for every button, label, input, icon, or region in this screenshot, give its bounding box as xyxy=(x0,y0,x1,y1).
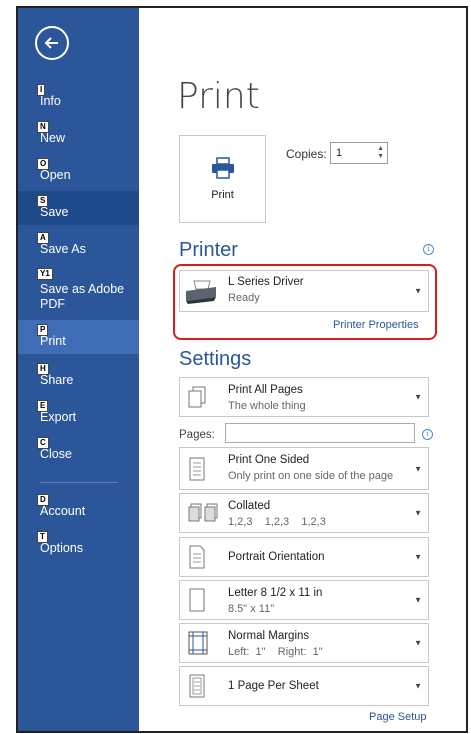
chevron-down-icon: ▼ xyxy=(414,392,422,402)
portrait-icon xyxy=(189,545,205,569)
sides-dropdown[interactable]: Print One Sided Only print on one side of… xyxy=(179,447,429,490)
setting-line2: 1,2,3 1,2,3 1,2,3 xyxy=(228,516,326,528)
chevron-down-icon: ▼ xyxy=(414,464,422,473)
copies-stepper[interactable]: 1 ▲ ▼ xyxy=(330,142,388,164)
setting-line1: Collated xyxy=(228,500,271,512)
nav-label: Save as Adobe PDF xyxy=(40,282,125,311)
nav-label: Account xyxy=(40,504,86,518)
setting-line1: Portrait Orientation xyxy=(228,551,325,563)
keytip: P xyxy=(37,324,49,336)
nav-label: Options xyxy=(40,541,84,555)
chevron-down-icon: ▼ xyxy=(414,286,422,296)
pages-per-sheet-dropdown[interactable]: 1 Page Per Sheet ▼ xyxy=(179,666,429,706)
chevron-down-icon: ▼ xyxy=(414,638,422,648)
orientation-dropdown[interactable]: Portrait Orientation ▼ xyxy=(179,537,429,577)
nav-label: Print xyxy=(40,334,66,348)
back-button[interactable] xyxy=(35,26,69,60)
nav-label: Share xyxy=(40,373,74,387)
info-icon[interactable]: i xyxy=(423,244,434,255)
keytip: A xyxy=(37,232,49,244)
printer-heading: Printer xyxy=(179,239,238,261)
nav-label: Info xyxy=(40,94,61,108)
setting-line1: Print All Pages xyxy=(228,384,303,396)
pages-label: Pages: xyxy=(179,429,215,441)
collation-dropdown[interactable]: Collated 1,2,3 1,2,3 1,2,3 ▼ xyxy=(179,493,429,533)
keytip: I xyxy=(37,84,46,96)
setting-line2: Only print on one side of the page xyxy=(228,470,394,482)
settings-heading: Settings xyxy=(179,348,252,370)
setting-line2: The whole thing xyxy=(228,400,306,412)
nav-label: Export xyxy=(40,410,77,424)
print-button[interactable]: Print xyxy=(179,135,266,223)
printer-status: Ready xyxy=(228,292,260,304)
page-title: Print xyxy=(177,76,260,117)
back-arrow-icon xyxy=(44,37,58,49)
setting-line1: 1 Page Per Sheet xyxy=(228,680,319,692)
copies-label: Copies: xyxy=(286,147,327,161)
margins-dropdown[interactable]: Normal Margins Left: 1" Right: 1" ▼ xyxy=(179,623,429,663)
nav-item-save-as[interactable]: A Save As xyxy=(18,228,139,262)
print-pane: Print Print Copies: 1 ▲▼ Printer i L Se xyxy=(139,8,466,731)
backstage-window: I Info N New O Open S Save A Save As Y1 Save a… xyxy=(16,6,468,733)
nav-item-options[interactable]: T Options xyxy=(18,527,139,561)
nav-item-print[interactable]: P Print xyxy=(18,320,139,354)
keytip: D xyxy=(37,494,49,506)
spin-arrows-icon[interactable]: ▲ ▼ xyxy=(377,145,384,161)
setting-line1: Normal Margins xyxy=(228,630,310,642)
setting-line2: Left: 1" Right: 1" xyxy=(228,646,323,658)
printer-name: L Series Driver xyxy=(228,276,304,288)
keytip: N xyxy=(37,121,49,133)
chevron-down-icon: ▼ xyxy=(414,595,422,605)
printer-properties-link[interactable]: Printer Properties xyxy=(333,319,419,331)
keytip: S xyxy=(37,195,49,207)
copies-value: 1 xyxy=(336,147,343,159)
pages-input[interactable] xyxy=(225,423,415,443)
nav-label: Close xyxy=(40,447,72,461)
nav-item-save-as-adobe-pdf[interactable]: Y1 Save as Adobe PDF xyxy=(18,264,139,311)
nav-label: Save As xyxy=(40,242,86,256)
print-range-dropdown[interactable]: Print All Pages The whole thing ▼ xyxy=(179,377,429,417)
printer-dropdown[interactable]: L Series Driver Ready ▼ xyxy=(179,270,429,312)
keytip: T xyxy=(37,531,48,543)
backstage-sidebar: I Info N New O Open S Save A Save As Y1 Save a… xyxy=(18,8,139,731)
keytip: E xyxy=(37,400,49,412)
chevron-down-icon: ▼ xyxy=(414,552,422,562)
pages-per-sheet-icon xyxy=(189,674,205,698)
nav-label: New xyxy=(40,131,66,145)
one-sided-icon xyxy=(189,457,205,480)
keytip: O xyxy=(37,158,50,170)
paper-size-dropdown[interactable]: Letter 8 1/2 x 11 in 8.5" x 11" ▼ xyxy=(179,580,429,620)
page-setup-link[interactable]: Page Setup xyxy=(369,711,427,723)
keytip: C xyxy=(37,437,49,449)
nav-item-info[interactable]: I Info xyxy=(18,80,139,114)
nav-item-account[interactable]: D Account xyxy=(18,490,139,524)
nav-item-close[interactable]: C Close xyxy=(18,433,139,467)
keytip: H xyxy=(37,363,49,375)
margins-icon xyxy=(188,631,208,655)
printer-icon xyxy=(211,157,234,179)
pages-icon xyxy=(188,386,206,408)
sidebar-divider xyxy=(40,482,118,483)
nav-item-export[interactable]: E Export xyxy=(18,396,139,430)
chevron-down-icon: ▼ xyxy=(414,508,422,518)
info-icon[interactable]: i xyxy=(422,429,433,440)
keytip: Y1 xyxy=(37,268,53,280)
setting-line2: 8.5" x 11" xyxy=(228,603,275,615)
nav-item-share[interactable]: H Share xyxy=(18,359,139,393)
paper-size-icon xyxy=(189,588,205,612)
printer-device-icon xyxy=(186,280,216,304)
print-button-label: Print xyxy=(211,189,234,201)
chevron-down-icon: ▼ xyxy=(414,681,422,691)
setting-line1: Print One Sided xyxy=(228,454,310,466)
nav-item-new[interactable]: N New xyxy=(18,117,139,151)
setting-line1: Letter 8 1/2 x 11 in xyxy=(228,587,323,599)
nav-label: Open xyxy=(40,168,71,182)
nav-label: Save xyxy=(40,205,69,219)
collated-icon xyxy=(188,503,218,522)
nav-item-save[interactable]: S Save xyxy=(18,191,139,225)
nav-item-open[interactable]: O Open xyxy=(18,154,139,188)
